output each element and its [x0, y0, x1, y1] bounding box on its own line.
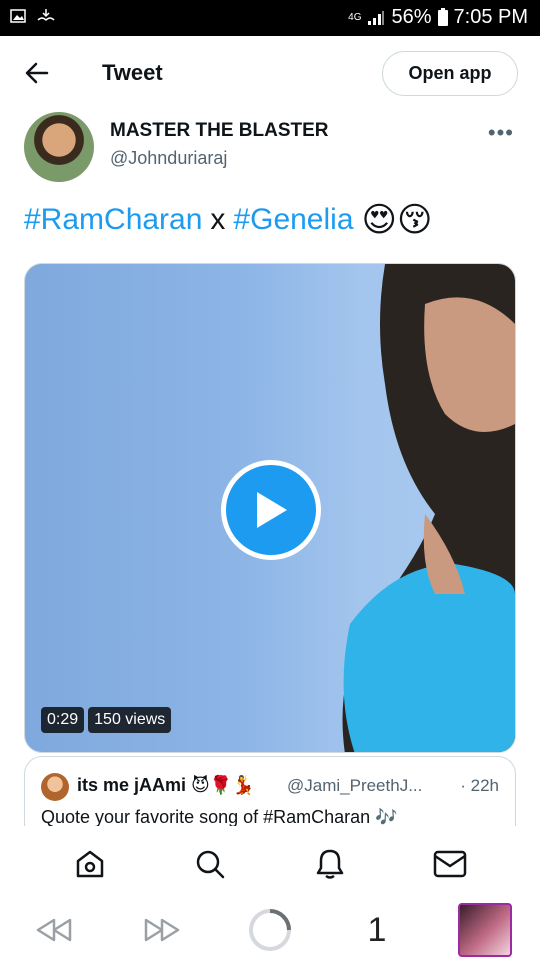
quoted-author-handle: @Jami_PreethJ... [287, 776, 423, 795]
browser-bar: 1 [0, 902, 540, 960]
video-player[interactable]: 0:29 150 views [24, 263, 516, 753]
play-icon [257, 492, 287, 528]
quoted-tweet-text: Quote your favorite song of #RamCharan 🎶 [41, 807, 398, 827]
play-button[interactable] [221, 460, 321, 560]
status-notification-icons [10, 8, 56, 24]
video-thumbnail-figure [342, 264, 515, 752]
video-views: 150 views [88, 707, 172, 733]
hashtag-genelia[interactable]: #Genelia [233, 203, 353, 237]
rewind-icon [36, 918, 72, 942]
browser-forward-button[interactable] [140, 908, 184, 952]
image-notification-icon [10, 9, 26, 23]
author-avatar[interactable] [24, 112, 94, 182]
tweet-emojis: 😍😚 [361, 201, 433, 239]
mail-icon [433, 850, 467, 878]
back-button[interactable] [22, 58, 52, 88]
quoted-author-avatar [41, 773, 69, 801]
tweet-header: Tweet Open app [0, 36, 540, 112]
home-icon [76, 850, 104, 878]
network-type: 4G [348, 12, 362, 23]
arrow-left-icon [25, 62, 49, 84]
video-duration: 0:29 [41, 707, 85, 733]
bell-icon [316, 849, 344, 879]
fast-forward-icon [144, 918, 180, 942]
author-handle[interactable]: @Johnduriaraj [110, 148, 227, 169]
tweet-text: #RamCharan x #Genelia 😍😚 [24, 200, 432, 240]
bottom-navigation [0, 826, 540, 902]
more-horizontal-icon[interactable]: ••• [488, 120, 514, 146]
quoted-author-name: its me jAAmi 😈🌹💃 [77, 775, 255, 795]
search-icon [196, 850, 225, 879]
browser-tab-count[interactable]: 1 [362, 908, 392, 952]
battery-percent: 56% [391, 6, 432, 28]
status-bar: 4G 56% 7:05 PM [0, 0, 540, 36]
page-title: Tweet [102, 60, 163, 85]
author-name[interactable]: MASTER THE BLASTER [110, 120, 329, 142]
video-meta: 0:29 150 views [41, 707, 172, 733]
browser-profile-thumbnail[interactable] [458, 903, 512, 957]
download-notification-icon [37, 9, 55, 22]
signal-icon [368, 10, 385, 25]
clock: 7:05 PM [453, 6, 528, 28]
hashtag-ramcharan[interactable]: #RamCharan [24, 203, 202, 237]
quoted-tweet-time: · 22h [460, 776, 499, 795]
browser-back-button[interactable] [32, 908, 76, 952]
nav-notifications[interactable] [310, 844, 350, 884]
battery-icon [437, 7, 448, 26]
tweet-text-separator: x [210, 203, 226, 236]
nav-home[interactable] [70, 844, 110, 884]
open-app-button[interactable]: Open app [382, 51, 518, 96]
nav-search[interactable] [190, 844, 230, 884]
browser-reload-button[interactable] [246, 908, 294, 952]
nav-messages[interactable] [430, 844, 470, 884]
loading-spinner-icon [249, 909, 291, 951]
